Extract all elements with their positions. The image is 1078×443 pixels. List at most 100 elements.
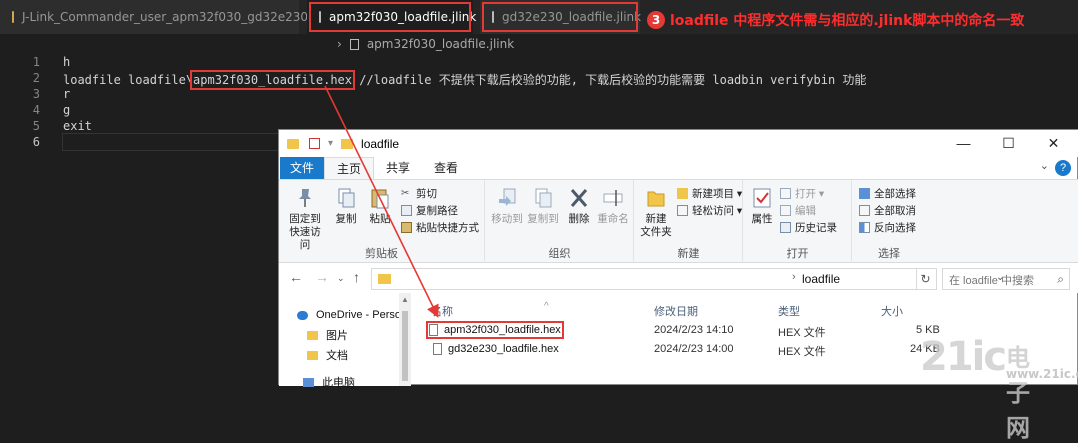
copy-to-label: 复制到 bbox=[527, 213, 559, 225]
tab-bat-file[interactable]: J-Link_Commander_user_apm32f030_gd32e230… bbox=[0, 0, 332, 34]
delete-button[interactable]: 删除 bbox=[566, 186, 592, 226]
organize-group: 移动到 复制到 删除 重命名 组织 bbox=[486, 180, 634, 264]
tab-file[interactable]: 文件 bbox=[280, 157, 325, 179]
maximize-button[interactable]: ☐ bbox=[986, 130, 1031, 157]
address-bar[interactable]: › loadfile ⌄ bbox=[371, 268, 1004, 290]
chevron-right-icon[interactable]: › bbox=[792, 271, 796, 283]
address-path: loadfile bbox=[802, 272, 841, 286]
invert-selection-icon bbox=[859, 222, 870, 233]
nav-item-documents[interactable]: 文档 bbox=[307, 345, 348, 365]
up-arrow-icon[interactable]: ↑ bbox=[353, 269, 360, 285]
refresh-icon[interactable]: ↻ bbox=[915, 268, 937, 290]
column-date[interactable]: 修改日期 bbox=[654, 303, 698, 319]
copy-to-button[interactable]: 复制到 bbox=[526, 186, 560, 226]
highlighted-filename: apm32f030_loadfile.hex bbox=[190, 70, 355, 90]
tab-label: J-Link_Commander_user_apm32f030_gd32e230… bbox=[22, 10, 332, 24]
code-line: 3 r bbox=[0, 87, 1078, 103]
navigation-pane: OneDrive - Perso 图片 文档 此电脑 bbox=[279, 293, 411, 389]
annotation-badge: 3 bbox=[647, 11, 665, 29]
invert-selection-button[interactable]: 反向选择 bbox=[859, 220, 916, 235]
back-arrow-icon[interactable]: ← bbox=[289, 269, 303, 285]
pin-quick-access-button[interactable]: 固定到 快速访问 bbox=[285, 186, 325, 252]
tab-apm32f030-jlink[interactable]: apm32f030_loadfile.jlink × bbox=[307, 0, 495, 34]
open-button[interactable]: 打开 ▾ bbox=[780, 186, 824, 201]
nav-item-onedrive[interactable]: OneDrive - Perso bbox=[297, 305, 401, 325]
line-number: 4 bbox=[32, 103, 40, 117]
invert-selection-label: 反向选择 bbox=[874, 222, 916, 234]
forward-arrow-icon[interactable]: → bbox=[315, 269, 329, 285]
watermark-url: www.21ic.com bbox=[1006, 367, 1078, 381]
move-to-label: 移动到 bbox=[491, 213, 523, 225]
file-date: 2024/2/23 14:00 bbox=[654, 343, 734, 355]
line-number: 1 bbox=[32, 55, 40, 69]
quick-access-dropdown-icon[interactable]: ▾ bbox=[328, 138, 333, 149]
rename-button[interactable]: 重命名 bbox=[594, 186, 632, 226]
search-input[interactable]: 在 loadfile 中搜索 ⌕ bbox=[942, 268, 1070, 290]
copy-path-button[interactable]: 复制路径 bbox=[401, 203, 458, 218]
tab-gd32e230-jlink[interactable]: gd32e230_loadfile.jlink bbox=[480, 0, 641, 34]
file-name-text: apm32f030_loadfile.hex bbox=[444, 324, 561, 336]
pin-icon bbox=[299, 189, 311, 207]
paste-button[interactable]: 粘贴 bbox=[365, 186, 395, 226]
properties-check-icon[interactable] bbox=[309, 138, 320, 149]
edit-button[interactable]: 编辑 bbox=[780, 203, 816, 218]
paste-icon bbox=[371, 189, 389, 209]
cut-button[interactable]: ✂ 剪切 bbox=[401, 186, 437, 201]
open-group: 属性 打开 ▾ 编辑 历史记录 打开 bbox=[744, 180, 852, 264]
chevron-down-icon[interactable]: ⌄ bbox=[1040, 159, 1049, 172]
code-line: 2 loadfile loadfile\apm32f030_loadfile.h… bbox=[0, 70, 1078, 90]
properties-button[interactable]: 属性 bbox=[748, 186, 776, 226]
nav-scrollbar[interactable]: ▲ bbox=[399, 293, 411, 386]
new-folder-button[interactable]: 新建 文件夹 bbox=[639, 186, 673, 239]
edit-label: 编辑 bbox=[795, 205, 816, 217]
breadcrumb-label[interactable]: apm32f030_loadfile.jlink bbox=[367, 37, 514, 51]
column-label: 名称 bbox=[431, 306, 453, 318]
nav-item-this-pc[interactable]: 此电脑 bbox=[303, 372, 355, 392]
file-name-text: gd32e230_loadfile.hex bbox=[448, 343, 559, 355]
file-type: HEX 文件 bbox=[778, 327, 826, 339]
window-title: loadfile bbox=[361, 136, 400, 151]
column-size[interactable]: 大小 bbox=[881, 303, 903, 319]
chevron-right-icon: › bbox=[337, 37, 342, 51]
highlighted-file: apm32f030_loadfile.hex bbox=[426, 321, 564, 339]
delete-x-icon bbox=[570, 189, 588, 207]
properties-icon bbox=[753, 188, 771, 208]
column-type[interactable]: 类型 bbox=[778, 303, 800, 319]
clipboard-group: 固定到 快速访问 复制 粘贴 ✂ 剪切 复制路径 粘贴快捷方式 剪贴板 bbox=[279, 180, 485, 264]
nav-item-pictures[interactable]: 图片 bbox=[307, 325, 348, 345]
file-icon bbox=[319, 11, 321, 23]
select-all-button[interactable]: 全部选择 bbox=[859, 186, 916, 201]
tab-view[interactable]: 查看 bbox=[422, 157, 470, 179]
help-icon[interactable]: ? bbox=[1055, 160, 1071, 176]
select-none-label: 全部取消 bbox=[874, 205, 916, 217]
new-group: 新建 文件夹 新建项目 ▾ 轻松访问 ▾ 新建 bbox=[635, 180, 743, 264]
copy-button[interactable]: 复制 bbox=[331, 186, 361, 226]
new-item-button[interactable]: 新建项目 ▾ bbox=[677, 186, 742, 201]
easy-access-button[interactable]: 轻松访问 ▾ bbox=[677, 203, 742, 218]
cloud-icon bbox=[297, 310, 308, 320]
paste-shortcut-button[interactable]: 粘贴快捷方式 bbox=[401, 220, 479, 235]
properties-label: 属性 bbox=[751, 213, 773, 225]
tab-home[interactable]: 主页 bbox=[324, 157, 375, 179]
tab-label: apm32f030_loadfile.jlink bbox=[329, 10, 477, 24]
scissors-icon: ✂ bbox=[401, 188, 410, 199]
scrollbar-thumb[interactable] bbox=[402, 311, 408, 381]
close-button[interactable]: ✕ bbox=[1031, 130, 1076, 157]
tab-share[interactable]: 共享 bbox=[374, 157, 422, 179]
file-type: HEX 文件 bbox=[778, 346, 826, 358]
line-text: exit bbox=[63, 119, 92, 133]
column-name[interactable]: 名称 ^ bbox=[431, 301, 549, 319]
select-none-button[interactable]: 全部取消 bbox=[859, 203, 916, 218]
easy-access-label: 轻松访问 ▾ bbox=[692, 205, 743, 217]
paste-label: 粘贴 bbox=[369, 213, 391, 225]
minimize-button[interactable]: — bbox=[941, 130, 986, 157]
move-to-button[interactable]: 移动到 bbox=[490, 186, 524, 226]
scroll-up-icon[interactable]: ▲ bbox=[401, 295, 409, 304]
select-all-label: 全部选择 bbox=[874, 188, 916, 200]
group-label: 剪贴板 bbox=[365, 248, 398, 260]
recent-locations-chevron-icon[interactable]: ⌄ bbox=[337, 273, 345, 284]
history-button[interactable]: 历史记录 bbox=[780, 220, 837, 235]
code-line: 4 g bbox=[0, 103, 1078, 119]
group-label: 组织 bbox=[548, 248, 571, 260]
folder-icon bbox=[287, 138, 299, 149]
